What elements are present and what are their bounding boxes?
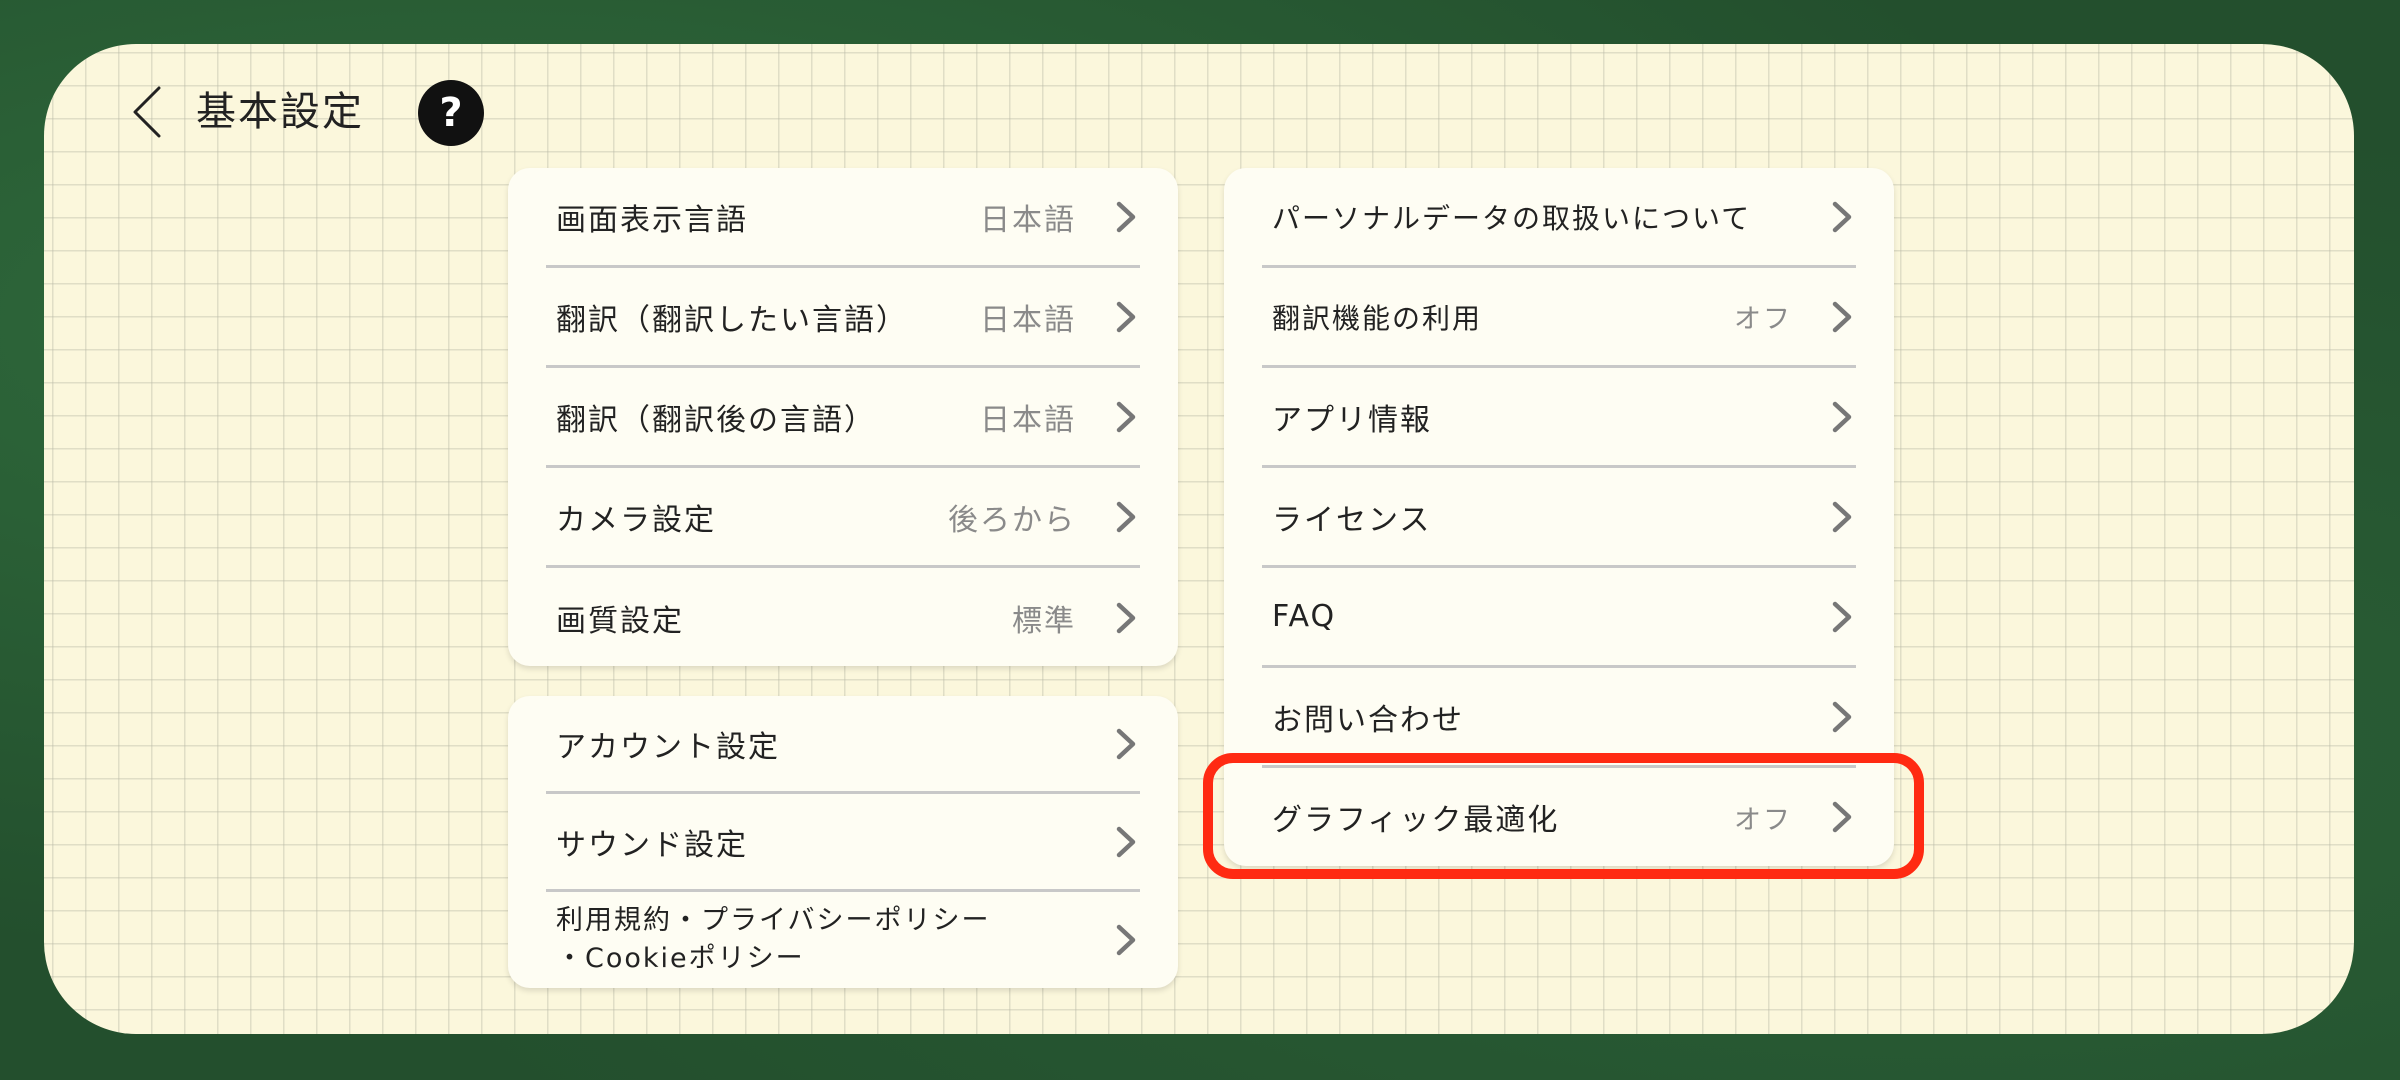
chevron-right-icon bbox=[1832, 301, 1852, 332]
display-settings-card: 画面表示言語 日本語 翻訳（翻訳したい言語） 日本語 翻訳（翻訳後の言語） 日本… bbox=[508, 168, 1178, 666]
question-circle-icon: ? bbox=[439, 90, 463, 136]
row-translate-target[interactable]: 翻訳（翻訳後の言語） 日本語 bbox=[546, 368, 1140, 468]
row-label: アプリ情報 bbox=[1272, 402, 1432, 438]
row-value: 後ろから bbox=[948, 502, 1076, 538]
chevron-right-icon bbox=[1832, 501, 1852, 532]
row-label: パーソナルデータの取扱いについて bbox=[1272, 201, 1752, 235]
row-value: 日本語 bbox=[980, 302, 1076, 338]
chevron-right-icon bbox=[1116, 924, 1136, 956]
account-settings-card: アカウント設定 サウンド設定 利用規約・プライバシーポリシー ・Cookieポリ… bbox=[508, 696, 1178, 988]
row-label: アカウント設定 bbox=[556, 729, 780, 765]
chevron-right-icon bbox=[1116, 201, 1136, 232]
row-translate-source[interactable]: 翻訳（翻訳したい言語） 日本語 bbox=[546, 268, 1140, 368]
row-sound-settings[interactable]: サウンド設定 bbox=[546, 794, 1140, 892]
row-label: 画質設定 bbox=[556, 604, 684, 639]
row-label: お問い合わせ bbox=[1272, 702, 1464, 738]
row-label: サウンド設定 bbox=[556, 827, 748, 863]
row-contact[interactable]: お問い合わせ bbox=[1262, 668, 1856, 768]
row-personal-data[interactable]: パーソナルデータの取扱いについて bbox=[1262, 168, 1856, 268]
page-title: 基本設定 bbox=[196, 89, 364, 135]
row-label: 利用規約・プライバシーポリシー ・Cookieポリシー bbox=[556, 902, 1112, 978]
chevron-right-icon bbox=[1116, 501, 1136, 532]
row-label-line2: ・Cookieポリシー bbox=[556, 943, 805, 974]
row-license[interactable]: ライセンス bbox=[1262, 468, 1856, 568]
chevron-right-icon bbox=[1116, 728, 1136, 759]
row-label: 翻訳機能の利用 bbox=[1272, 301, 1483, 335]
row-display-language[interactable]: 画面表示言語 日本語 bbox=[546, 168, 1140, 268]
row-label: 翻訳（翻訳したい言語） bbox=[556, 302, 908, 338]
info-card: パーソナルデータの取扱いについて 翻訳機能の利用 オフ アプリ情報 ライセンス … bbox=[1224, 168, 1894, 866]
chevron-right-icon bbox=[1116, 602, 1136, 634]
row-account-settings[interactable]: アカウント設定 bbox=[546, 696, 1140, 794]
chevron-right-icon bbox=[1832, 701, 1852, 732]
row-label: ライセンス bbox=[1272, 502, 1432, 538]
row-value: オフ bbox=[1734, 804, 1792, 836]
row-graphics-optimization[interactable]: グラフィック最適化 オフ bbox=[1262, 768, 1856, 866]
chevron-right-icon bbox=[1832, 601, 1852, 632]
back-button[interactable] bbox=[116, 82, 176, 142]
chevron-right-icon bbox=[1116, 401, 1136, 432]
row-terms-privacy[interactable]: 利用規約・プライバシーポリシー ・Cookieポリシー bbox=[546, 892, 1140, 988]
row-label: FAQ bbox=[1272, 599, 1337, 634]
help-button[interactable]: ? bbox=[418, 80, 484, 146]
row-label-line1: 利用規約・プライバシーポリシー bbox=[556, 905, 991, 936]
row-value: オフ bbox=[1734, 304, 1792, 335]
row-label: グラフィック最適化 bbox=[1272, 803, 1560, 838]
row-value: 日本語 bbox=[980, 202, 1076, 238]
row-value: 日本語 bbox=[980, 402, 1076, 438]
chevron-left-icon bbox=[133, 86, 161, 138]
row-image-quality[interactable]: 画質設定 標準 bbox=[546, 568, 1140, 668]
chevron-right-icon bbox=[1832, 801, 1852, 833]
row-label: カメラ設定 bbox=[556, 502, 716, 538]
row-camera-settings[interactable]: カメラ設定 後ろから bbox=[546, 468, 1140, 568]
chevron-right-icon bbox=[1116, 301, 1136, 332]
row-label: 画面表示言語 bbox=[556, 202, 748, 238]
row-app-info[interactable]: アプリ情報 bbox=[1262, 368, 1856, 468]
row-faq[interactable]: FAQ bbox=[1262, 568, 1856, 668]
chevron-right-icon bbox=[1832, 401, 1852, 432]
row-value: 標準 bbox=[1012, 604, 1076, 639]
settings-panel bbox=[44, 44, 2354, 1034]
row-label: 翻訳（翻訳後の言語） bbox=[556, 402, 876, 438]
chevron-right-icon bbox=[1116, 826, 1136, 857]
chevron-right-icon bbox=[1832, 201, 1852, 232]
row-translation-feature[interactable]: 翻訳機能の利用 オフ bbox=[1262, 268, 1856, 368]
